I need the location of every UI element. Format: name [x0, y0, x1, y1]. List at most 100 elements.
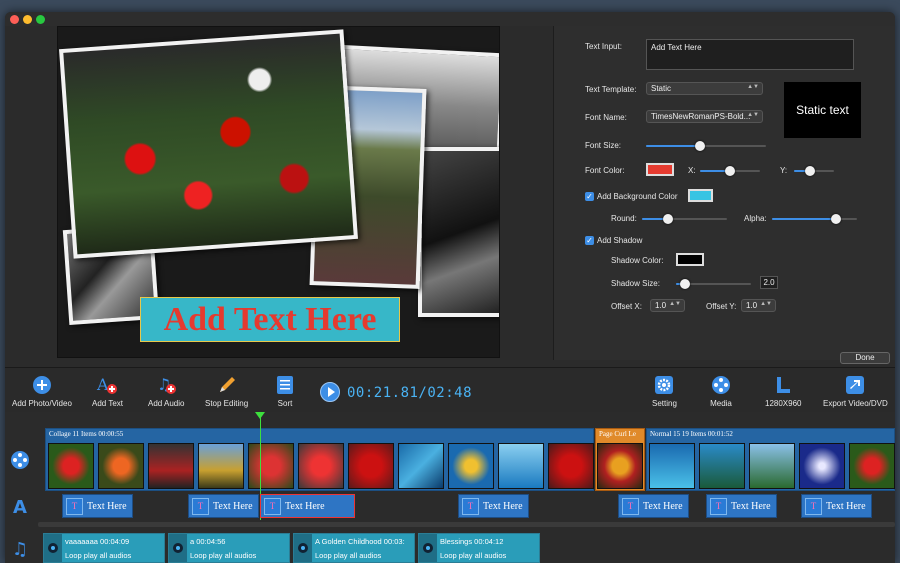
slider-knob[interactable]	[830, 214, 841, 224]
gear-icon	[653, 374, 675, 396]
export-icon	[844, 374, 866, 396]
slider-knob[interactable]	[805, 166, 815, 176]
timeline-scrollbar[interactable]	[38, 522, 895, 527]
sort-button[interactable]: Sort	[274, 374, 296, 408]
font-color-label: Font Color:	[585, 166, 625, 175]
text-clip[interactable]: T Text Here	[618, 494, 689, 518]
text-clip-label: Text Here	[87, 500, 127, 512]
text-clip[interactable]: T Text Here	[706, 494, 777, 518]
shadow-size-slider[interactable]	[676, 279, 751, 289]
clip-thumbnail[interactable]	[298, 443, 344, 489]
clip-thumbnail[interactable]	[498, 443, 544, 489]
text-input-field[interactable]: Add Text Here	[646, 39, 854, 70]
setting-button[interactable]: Setting	[652, 374, 677, 408]
x-position-slider[interactable]	[700, 166, 760, 176]
clip-thumbnail[interactable]	[649, 443, 695, 489]
svg-text:A: A	[96, 375, 109, 394]
clip-thumbnail[interactable]	[348, 443, 394, 489]
text-clip[interactable]: T Text Here	[801, 494, 872, 518]
offset-x-stepper[interactable]: 1.0 ▲▼	[650, 299, 685, 312]
done-button[interactable]: Done	[840, 352, 890, 364]
clip-thumbnail[interactable]	[749, 443, 795, 489]
export-button[interactable]: Export Video/DVD	[823, 374, 888, 408]
shadow-checkbox[interactable]: ✓	[585, 236, 594, 245]
clip-group-collage[interactable]: Collage 11 Items 00:00:55	[45, 428, 594, 491]
font-name-select[interactable]: TimesNewRomanPS-Bold... ▲▼	[646, 110, 763, 123]
add-photo-video-button[interactable]: Add Photo/Video	[12, 374, 72, 408]
round-label: Round:	[611, 214, 637, 223]
clip-thumbnail[interactable]	[799, 443, 845, 489]
text-clip-icon: T	[66, 497, 83, 515]
font-size-label: Font Size:	[585, 141, 622, 150]
audio-clip[interactable]: a 00:04:56 Loop play all audios	[168, 533, 290, 563]
text-clip-label: Text Here	[213, 500, 253, 512]
clip-thumbnail[interactable]	[98, 443, 144, 489]
alpha-slider[interactable]	[772, 214, 857, 224]
text-clip-icon: T	[805, 497, 822, 515]
slider-knob[interactable]	[662, 214, 673, 224]
clip-thumbnail[interactable]	[448, 443, 494, 489]
clip-thumbnail[interactable]	[198, 443, 244, 489]
audio-clip[interactable]: A Golden Childhood 00:03: Loop play all a…	[293, 533, 415, 563]
zoom-button[interactable]	[36, 15, 45, 24]
minimize-button[interactable]	[23, 15, 32, 24]
slider-knob[interactable]	[680, 279, 690, 289]
slider-knob[interactable]	[695, 141, 705, 151]
clip-thumbnail[interactable]	[48, 443, 94, 489]
stop-editing-button[interactable]: Stop Editing	[205, 374, 248, 408]
clip-group-page-curl[interactable]: Page Curl Le	[595, 428, 645, 491]
clip-group-header: Page Curl Le	[599, 430, 636, 438]
slider-knob[interactable]	[725, 166, 735, 176]
photo-flowers-main	[59, 29, 358, 259]
background-color-checkbox[interactable]: ✓	[585, 192, 594, 201]
background-color-swatch[interactable]	[688, 189, 713, 202]
close-button[interactable]	[10, 15, 19, 24]
clip-thumbnail[interactable]	[398, 443, 444, 489]
font-size-slider[interactable]	[646, 141, 766, 151]
clip-group-normal[interactable]: Normal 15 19 Items 00:01:52	[646, 428, 895, 491]
media-button[interactable]: Media	[710, 374, 732, 408]
select-arrow-icon: ▲▼	[747, 112, 759, 118]
shadow-size-value[interactable]: 2.0	[760, 276, 778, 289]
app-window: Add Text Here Text Input: Add Text Here …	[5, 12, 895, 563]
round-slider[interactable]	[642, 214, 727, 224]
text-clip-icon: T	[264, 497, 281, 515]
play-button[interactable]	[320, 382, 340, 402]
text-clip-icon: T	[462, 497, 479, 515]
clip-thumbnail[interactable]	[597, 443, 643, 489]
clip-thumbnail[interactable]	[248, 443, 294, 489]
clip-thumbnail[interactable]	[699, 443, 745, 489]
add-audio-button[interactable]: ♫ Add Audio	[148, 374, 184, 408]
audio-clip[interactable]: vaaaaaaa 00:04:09 Loop play all audios	[43, 533, 165, 563]
add-text-button[interactable]: A Add Text	[92, 374, 123, 408]
text-overlay[interactable]: Add Text Here	[140, 297, 400, 342]
slider-fill	[772, 218, 836, 220]
offset-y-stepper[interactable]: 1.0 ▲▼	[741, 299, 776, 312]
clip-thumbnail[interactable]	[548, 443, 594, 489]
speaker-icon	[294, 534, 312, 562]
text-clip-selected[interactable]: T Text Here	[260, 494, 355, 518]
speaker-icon	[44, 534, 62, 562]
video-preview[interactable]: Add Text Here	[57, 26, 500, 358]
text-clip[interactable]: T Text Here	[458, 494, 529, 518]
text-clip-label: Text Here	[285, 500, 325, 512]
add-photo-video-label: Add Photo/Video	[12, 399, 72, 408]
audio-clip-title: A Golden Childhood 00:03:	[315, 537, 405, 546]
font-color-swatch[interactable]	[646, 163, 674, 176]
clip-thumbnail[interactable]	[148, 443, 194, 489]
text-clip[interactable]: T Text Here	[188, 494, 259, 518]
text-clip-label: Text Here	[483, 500, 523, 512]
clip-thumbnail[interactable]	[849, 443, 895, 489]
text-clip-label: Text Here	[731, 500, 771, 512]
template-select[interactable]: Static ▲▼	[646, 82, 763, 95]
audio-clip[interactable]: Blessings 00:04:12 Loop play all audios	[418, 533, 540, 563]
shadow-color-swatch[interactable]	[676, 253, 704, 266]
resolution-button[interactable]: 1280X960	[765, 374, 801, 408]
setting-label: Setting	[652, 399, 677, 408]
y-position-slider[interactable]	[794, 166, 834, 176]
text-clip[interactable]: T Text Here	[62, 494, 133, 518]
select-arrow-icon: ▲▼	[747, 84, 759, 90]
aspect-icon	[772, 374, 794, 396]
template-value: Static	[651, 84, 672, 93]
text-clip-icon: T	[622, 497, 639, 515]
